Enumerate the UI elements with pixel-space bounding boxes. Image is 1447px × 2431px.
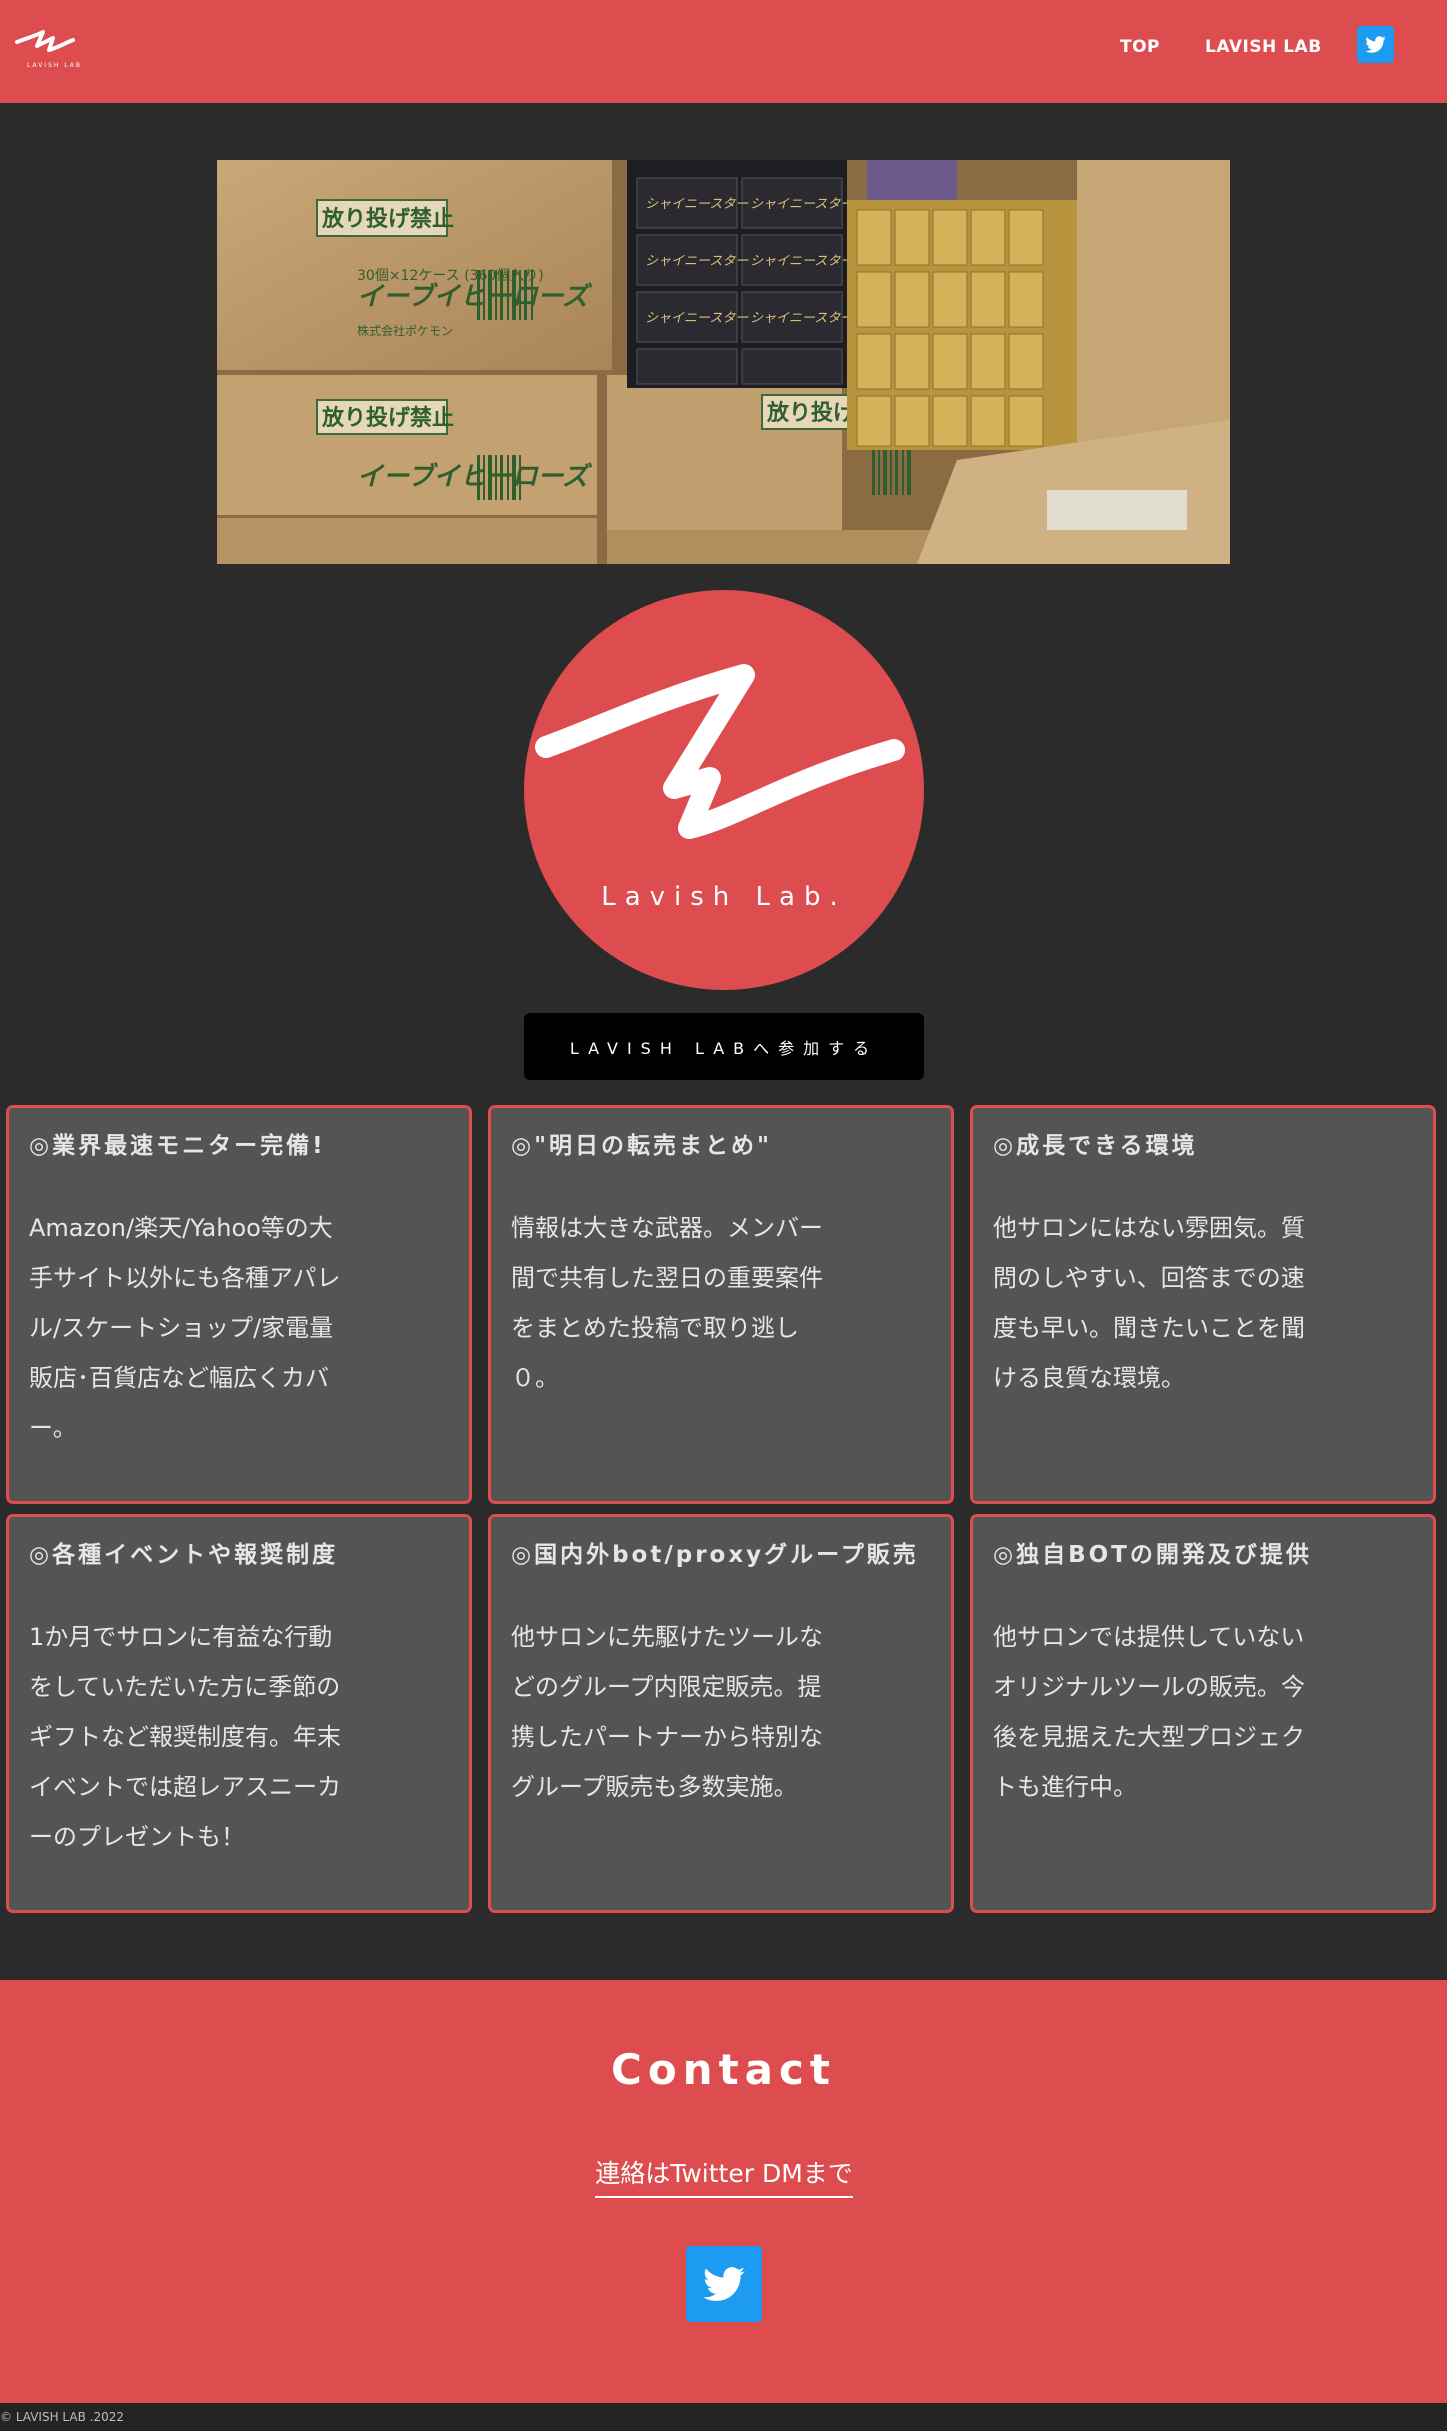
pack-name: シャイニースター [645,254,749,269]
twitter-dm-link[interactable]: 連絡はTwitter DMまで [595,2154,853,2198]
box-label: 放り投げ禁止 [321,206,454,232]
feature-card: ◎独自BOTの開発及び提供 他サロンでは提供していない オリジナルツールの販売。今… [970,1514,1436,1913]
pack-name: シャイニースター [750,197,854,212]
site-header: LAVISH LAB TOP LAVISH LAB [0,0,1447,103]
lavish-lab-brand-logo: Lavish Lab. [524,590,924,990]
feature-card: ◎"明日の転売まとめ" 情報は大きな武器。メンバー 間で共有した翌日の重要案件 をま… [488,1105,954,1504]
nav-item-lavish-lab[interactable]: LAVISH LAB [1205,37,1322,57]
box-product-name: イーブイヒーローズ [357,282,592,312]
box-label: 放り投げ禁止 [321,405,454,431]
twitter-icon[interactable] [686,2246,762,2322]
feature-text: 1か月でサロンに有益な行動 をしていただいた方に季節の ギフトなど報奨制度有。年末イ… [29,1623,341,1851]
feature-title: ◎国内外bot/proxyグループ販売 [511,1542,919,1568]
feature-text: 他サロンに先駆けたツールな どのグループ内限定販売。提 携したパートナーから特別なグ… [511,1623,823,1801]
feature-card: ◎成長できる環境 他サロンにはない雰囲気。質 問のしやすい、回答までの速 度も早い。… [970,1105,1436,1504]
feature-text: 情報は大きな武器。メンバー 間で共有した翌日の重要案件 をまとめた投稿で取り逃し ０。 [511,1214,823,1392]
lavish-lab-logo[interactable]: LAVISH LAB [13,20,88,72]
pack-name: シャイニースター [750,311,854,326]
brand-logo-text: Lavish Lab. [601,882,847,912]
feature-card: ◎国内外bot/proxyグループ販売 他サロンに先駆けたツールな どのグループ内… [488,1514,954,1913]
footer-copyright: © LAVISH LAB .2022 [0,2403,1447,2431]
feature-title: ◎各種イベントや報奨制度 [29,1542,339,1568]
feature-title: ◎業界最速モニター完備! [29,1133,326,1159]
feature-card: ◎業界最速モニター完備! Amazon/楽天/Yahoo等の大 手サイト以外にも各… [6,1105,472,1504]
box-product-name: イーブイヒーローズ [357,462,592,492]
contact-section: Contact 連絡はTwitter DMまで [0,1980,1447,2403]
feature-text: Amazon/楽天/Yahoo等の大 手サイト以外にも各種アパレ ル/スケートショッ… [29,1214,341,1442]
feature-text: 他サロンにはない雰囲気。質 問のしやすい、回答までの速 度も早い。聞きたいことを聞け… [993,1214,1305,1392]
pack-name: シャイニースター [750,254,854,269]
pack-name: シャイニースター [645,197,749,212]
svg-text:LAVISH LAB: LAVISH LAB [27,62,82,69]
feature-title: ◎"明日の転売まとめ" [511,1133,773,1159]
nav-item-top[interactable]: TOP [1120,37,1160,57]
hero-image: 放り投げ禁止 放り投げ禁止 放り投げ禁止 イーブイヒーローズ イーブイヒーローズ… [217,160,1230,564]
contact-title: Contact [611,2045,836,2094]
feature-text: 他サロンでは提供していない オリジナルツールの販売。今 後を見据えた大型プロジェクト… [993,1623,1305,1801]
join-lavish-lab-button[interactable]: LAVISH LABへ参加する [524,1013,924,1080]
pack-name: シャイニースター [645,311,749,326]
feature-title: ◎独自BOTの開発及び提供 [993,1542,1312,1568]
feature-card: ◎各種イベントや報奨制度 1か月でサロンに有益な行動 をしていただいた方に季節のギ… [6,1514,472,1913]
feature-title: ◎成長できる環境 [993,1133,1198,1159]
twitter-icon[interactable] [1357,26,1394,63]
box-maker: 株式会社ポケモン [357,323,453,338]
